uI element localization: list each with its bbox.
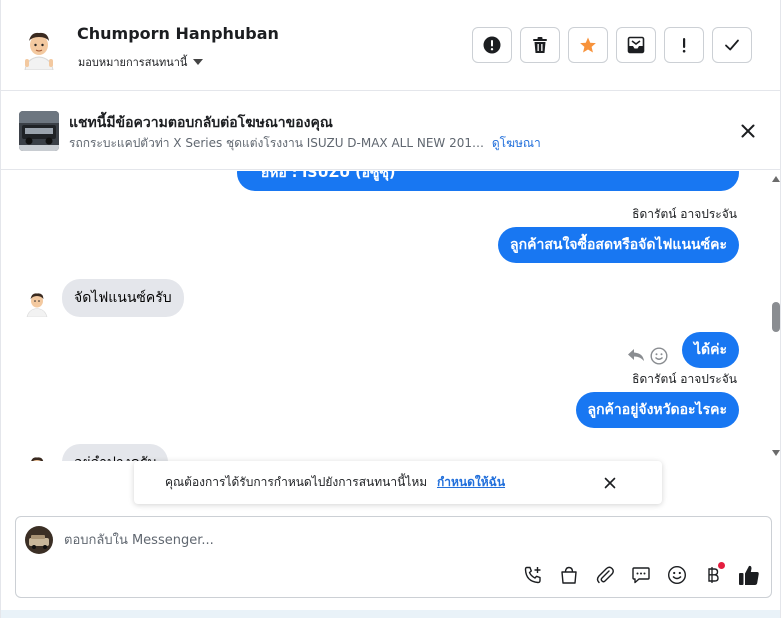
chat-bubble-icon bbox=[632, 567, 650, 584]
ad-banner-title: แชทนี้มีข้อความตอบกลับต่อโฆษณาของคุณ bbox=[69, 115, 333, 131]
emoji-icon bbox=[667, 565, 687, 585]
scroll-up-arrow-icon[interactable] bbox=[772, 176, 780, 182]
mark-done-button[interactable] bbox=[712, 27, 752, 63]
contact-name: Chumporn Hanphuban bbox=[77, 24, 279, 43]
caret-down-icon bbox=[193, 59, 204, 65]
message-scrollbar[interactable] bbox=[769, 171, 781, 461]
checkmark-icon bbox=[725, 39, 739, 51]
baht-icon bbox=[708, 567, 719, 583]
saved-replies-button[interactable] bbox=[630, 564, 652, 586]
conversation-header: Chumporn Hanphuban มอบหมายการสนทนานี้ bbox=[1, 0, 781, 91]
message-composer bbox=[15, 516, 772, 598]
spam-button[interactable] bbox=[472, 27, 512, 63]
composer-actions bbox=[522, 562, 760, 586]
sender-name: ธิดารัตน์ อาจประจัน bbox=[632, 207, 737, 221]
close-icon bbox=[741, 124, 755, 138]
message-bubble-outgoing[interactable]: ลูกค้าอยู่จังหวัดอะไรคะ bbox=[575, 392, 739, 428]
contact-avatar-small bbox=[24, 453, 50, 461]
message-bubble-outgoing[interactable]: ยี่ห้อ : ISUZU (อีซูซุ) bbox=[237, 171, 739, 191]
ad-description: รถกระบะแคปตัวท่า X Series ชุดแต่งโรงงาน … bbox=[69, 134, 541, 153]
inbox-archive-icon bbox=[627, 36, 645, 54]
exclamation-icon bbox=[682, 38, 686, 53]
star-icon bbox=[580, 37, 596, 53]
star-button[interactable] bbox=[568, 27, 608, 63]
contact-avatar-small bbox=[23, 289, 51, 317]
scroll-down-arrow-icon[interactable] bbox=[772, 450, 780, 456]
call-button[interactable] bbox=[522, 564, 544, 586]
reply-arrow-icon bbox=[628, 349, 644, 361]
sender-name: ธิดารัตน์ อาจประจัน bbox=[632, 372, 737, 386]
shop-button[interactable] bbox=[558, 564, 580, 586]
ad-thumbnail[interactable] bbox=[19, 111, 59, 151]
mark-unread-button[interactable] bbox=[664, 27, 704, 63]
attach-button[interactable] bbox=[594, 564, 616, 586]
emoji-button[interactable] bbox=[666, 564, 688, 586]
assign-prompt: คุณต้องการได้รับการกำหนดไปยังการสนทนานี้… bbox=[134, 461, 662, 504]
payment-button[interactable] bbox=[702, 562, 725, 586]
react-action[interactable] bbox=[650, 347, 668, 365]
phone-add-icon bbox=[524, 566, 541, 584]
close-ad-banner-button[interactable] bbox=[737, 120, 759, 142]
like-button[interactable] bbox=[738, 564, 760, 586]
assign-prompt-message: คุณต้องการได้รับการกำหนดไปยังการสนทนานี้… bbox=[165, 475, 428, 489]
message-bubble-outgoing[interactable]: ได้ค่ะ bbox=[681, 332, 739, 368]
message-bubble-outgoing[interactable]: ลูกค้าสนใจซื้อสดหรือจัดไฟแนนซ์คะ bbox=[498, 227, 739, 263]
thumbs-up-icon bbox=[739, 565, 759, 585]
notification-dot bbox=[718, 562, 725, 569]
message-bubble-incoming[interactable]: อยู่ลำปางครับ bbox=[62, 444, 169, 461]
message-list: ยี่ห้อ : ISUZU (อีซูซุ) ธิดารัตน์ อาจประ… bbox=[1, 171, 769, 461]
bottom-edge bbox=[1, 610, 780, 618]
assign-label: มอบหมายการสนทนานี้ bbox=[78, 56, 188, 69]
close-icon bbox=[604, 477, 616, 489]
assign-prompt-text: คุณต้องการได้รับการกำหนดไปยังการสนทนานี้… bbox=[165, 473, 505, 492]
assign-conversation-dropdown[interactable]: มอบหมายการสนทนานี้ bbox=[78, 53, 204, 71]
ad-subtitle: รถกระบะแคปตัวท่า X Series ชุดแต่งโรงงาน … bbox=[69, 136, 484, 150]
shopping-bag-icon bbox=[561, 566, 577, 584]
contact-avatar[interactable] bbox=[17, 26, 61, 70]
assign-to-me-link[interactable]: กำหนดให้ฉัน bbox=[437, 475, 505, 489]
conversation-toolbar bbox=[472, 27, 752, 63]
conversation-panel: Chumporn Hanphuban มอบหมายการสนทนานี้ แช… bbox=[0, 0, 781, 618]
delete-button[interactable] bbox=[520, 27, 560, 63]
alert-circle-icon bbox=[483, 36, 501, 54]
smiley-icon bbox=[650, 347, 668, 365]
page-avatar bbox=[25, 526, 53, 554]
trash-icon bbox=[533, 37, 547, 53]
archive-button[interactable] bbox=[616, 27, 656, 63]
view-ad-link[interactable]: ดูโฆษณา bbox=[492, 136, 541, 150]
close-assign-prompt-button[interactable] bbox=[600, 473, 620, 493]
scrollbar-thumb[interactable] bbox=[772, 302, 780, 332]
ad-reply-banner: แชทนี้มีข้อความตอบกลับต่อโฆษณาของคุณ รถก… bbox=[1, 92, 781, 170]
reply-action[interactable] bbox=[627, 347, 645, 365]
reply-input[interactable] bbox=[64, 529, 664, 551]
paperclip-icon bbox=[596, 566, 614, 584]
message-bubble-incoming[interactable]: จัดไฟแนนซ์ครับ bbox=[62, 279, 184, 317]
